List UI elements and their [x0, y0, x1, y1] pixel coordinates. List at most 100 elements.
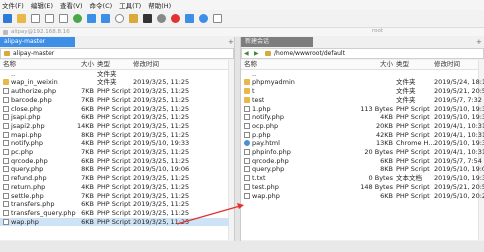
- file-row[interactable]: transfers_query.php 6KB PHP Script 2019/3/2…: [0, 209, 229, 218]
- file-modified: 2019/3/25, 11:25: [133, 113, 190, 122]
- file-row[interactable]: jsapi.php 6KB PHP Script 2019/3/25, 11:25: [0, 113, 229, 122]
- menu-help[interactable]: 帮助(H): [148, 0, 171, 10]
- file-row[interactable]: notify.php 4KBPHP Script 2019/5/10, 19:39: [241, 113, 484, 122]
- folder-icon: [4, 51, 10, 56]
- remote-path-bar[interactable]: ◀ ▶ /home/wwwroot/default: [241, 48, 484, 59]
- file-row[interactable]: settle.php 7KB PHP Script 2019/3/25, 11:25: [0, 192, 229, 201]
- file-icon: [244, 114, 250, 121]
- file-type: PHP Script: [97, 95, 131, 104]
- menu-view[interactable]: 查看(V): [60, 0, 83, 10]
- pane-divider[interactable]: [234, 37, 241, 252]
- file-row[interactable]: pc.php 7KB PHP Script 2019/3/25, 11:25: [0, 148, 229, 157]
- tab-local[interactable]: alipay-master: [0, 37, 75, 47]
- menu-edit[interactable]: 编辑(E): [31, 0, 53, 10]
- file-name-cell: wap_in_weixin: [3, 78, 58, 87]
- file-type: PHP Script: [396, 148, 430, 156]
- file-row[interactable]: qrcode.php 6KB PHP Script 2019/3/25, 11:25: [0, 157, 229, 166]
- file-name: test: [252, 95, 265, 104]
- file-name: pc.php: [11, 148, 34, 156]
- col-name-header[interactable]: 名称: [3, 60, 16, 69]
- file-row[interactable]: notify.php 4KB PHP Script 2019/5/10, 19:33: [0, 139, 229, 148]
- settings-icon[interactable]: [157, 14, 166, 23]
- file-name: query.php: [11, 165, 44, 174]
- file-row[interactable]: mapi.php 8KB PHP Script 2019/3/25, 11:25: [0, 131, 229, 140]
- file-row[interactable]: pay.html 13KBChrome H...2019/5/10, 19:33: [241, 139, 484, 148]
- terminal-icon[interactable]: [143, 14, 152, 23]
- file-row[interactable]: wap_in_weixin 文件夹 2019/3/25, 11:25: [0, 78, 229, 87]
- file-row[interactable]: query.php8KBPHP Script2019/5/10, 19:06: [0, 165, 229, 174]
- local-path-bar[interactable]: alipay-master: [0, 48, 234, 59]
- file-row[interactable]: authorize.php 7KB PHP Script 2019/3/25, 11:…: [0, 87, 229, 96]
- file-type: PHP Script: [396, 165, 430, 174]
- file-row[interactable]: 1.php 113 BytesPHP Script 2019/5/10, 19:39: [241, 105, 484, 114]
- file-row[interactable]: qrcode.php 6KB PHP Script 2019/5/7, 7:54: [241, 157, 482, 166]
- file-name: qrcode.php: [11, 156, 48, 165]
- find-icon[interactable]: [115, 14, 124, 23]
- file-name: return.php: [11, 182, 46, 191]
- file-row[interactable]: refund.php 7KB PHP Script 2019/3/25, 11:25: [0, 174, 229, 183]
- file-name: settle.php: [11, 191, 44, 200]
- col-modified-header[interactable]: 修改时间: [434, 60, 460, 69]
- file-row[interactable]: ..: [241, 70, 479, 79]
- window-icon[interactable]: [213, 14, 222, 23]
- file-name-cell: barcode.php: [3, 96, 52, 105]
- file-row[interactable]: query.php8KBPHP Script2019/5/10, 19:06: [241, 165, 484, 174]
- col-size-header[interactable]: 大小: [341, 60, 393, 69]
- file-icon: [3, 122, 9, 129]
- refresh-icon[interactable]: [73, 14, 82, 23]
- compose-icon[interactable]: [185, 14, 194, 23]
- file-name-cell: jsapi.php: [3, 113, 41, 122]
- col-size-header[interactable]: 大小: [68, 60, 94, 69]
- key-icon[interactable]: [129, 14, 138, 23]
- file-type: PHP Script: [396, 121, 430, 130]
- help-icon[interactable]: [199, 14, 208, 23]
- file-row[interactable]: p.php 42KB PHP Script 2019/4/1, 10:31: [241, 131, 484, 140]
- new-session-icon[interactable]: [3, 14, 12, 23]
- menu-file[interactable]: 文件(F): [2, 0, 24, 10]
- file-row[interactable]: close.php 6KB PHP Script 2019/3/25, 11:25: [0, 105, 229, 114]
- file-row[interactable]: transfers.php 6KB PHP Script 2019/3/25, 11:…: [0, 200, 229, 209]
- file-size: 6KB: [81, 217, 94, 226]
- remote-list-header: 名称 大小 类型 修改时间: [241, 60, 479, 70]
- file-row[interactable]: return.php 4KB PHP Script 2019/3/25, 11:25: [0, 183, 229, 192]
- local-path-text: alipay-master: [13, 50, 55, 57]
- tab-remote[interactable]: 新建会话: [241, 37, 313, 47]
- file-type: 文件夹: [396, 87, 416, 96]
- forward-icon[interactable]: ▶: [254, 50, 260, 57]
- file-row[interactable]: phpinfo.php 20 Bytes PHP Script 2019/4/1, 1…: [241, 148, 484, 157]
- file-row[interactable]: .. 文件夹: [0, 70, 229, 79]
- file-row[interactable]: barcode.php 7KB PHP Script 2019/3/25, 11:25: [0, 96, 229, 105]
- file-row[interactable]: test.php 148 Bytes PHP Script 2019/5/21, 20…: [241, 183, 484, 192]
- add-tab-left-icon[interactable]: +: [228, 37, 234, 47]
- copy-icon[interactable]: [45, 14, 54, 23]
- file-icon: [3, 218, 9, 225]
- file-row[interactable]: jsapi2.php 14KB PHP Script 2019/3/25, 11:25: [0, 122, 229, 131]
- col-name-header[interactable]: 名称: [244, 60, 257, 69]
- file-row[interactable]: test 文件夹 2019/5/7, 7:32: [241, 95, 482, 105]
- back-icon[interactable]: ◀: [244, 50, 250, 57]
- folder-icon: [244, 88, 250, 95]
- upload-icon[interactable]: [87, 14, 96, 23]
- file-row[interactable]: ocp.php 20KB PHP Script 2019/4/1, 10:31: [241, 121, 484, 131]
- menu-command[interactable]: 命令(C): [90, 0, 113, 10]
- paste-icon[interactable]: [59, 14, 68, 23]
- file-modified: 2019/3/25, 11:25: [133, 217, 190, 226]
- lock-icon[interactable]: [171, 14, 180, 23]
- file-row[interactable]: phpmyadmin 文件夹 2019/5/24, 18:14: [241, 78, 484, 87]
- download-icon[interactable]: [101, 14, 110, 23]
- file-size: 20KB: [376, 121, 393, 130]
- file-row[interactable]: t 文件夹 2019/5/21, 20:56: [241, 87, 484, 96]
- file-row[interactable]: t.txt 0 Bytes文本文档 2019/5/10, 19:39: [241, 174, 484, 183]
- menu-tools[interactable]: 工具(T): [119, 0, 141, 10]
- col-type-header[interactable]: 类型: [396, 60, 409, 69]
- file-row[interactable]: wap.php 6KBPHP Script 2019/5/10, 20:25: [241, 192, 484, 201]
- local-file-list[interactable]: 名称 大小 类型 修改时间 .. 文件夹 wap_in_weixin 文件夹 2019/…: [0, 60, 234, 240]
- edit-icon[interactable]: [31, 14, 40, 23]
- file-row[interactable]: wap.php 6KB PHP Script 2019/3/25, 11:25: [0, 217, 229, 227]
- col-type-header[interactable]: 类型: [97, 60, 110, 69]
- add-tab-right-icon[interactable]: +: [476, 37, 482, 47]
- remote-file-list[interactable]: 名称 大小 类型 修改时间 .. phpmyadmin 文件夹 2019/5/24, …: [241, 60, 484, 240]
- open-folder-icon[interactable]: [17, 14, 26, 23]
- session-host[interactable]: alipay@192.168.8.16: [11, 29, 70, 35]
- col-modified-header[interactable]: 修改时间: [133, 60, 159, 69]
